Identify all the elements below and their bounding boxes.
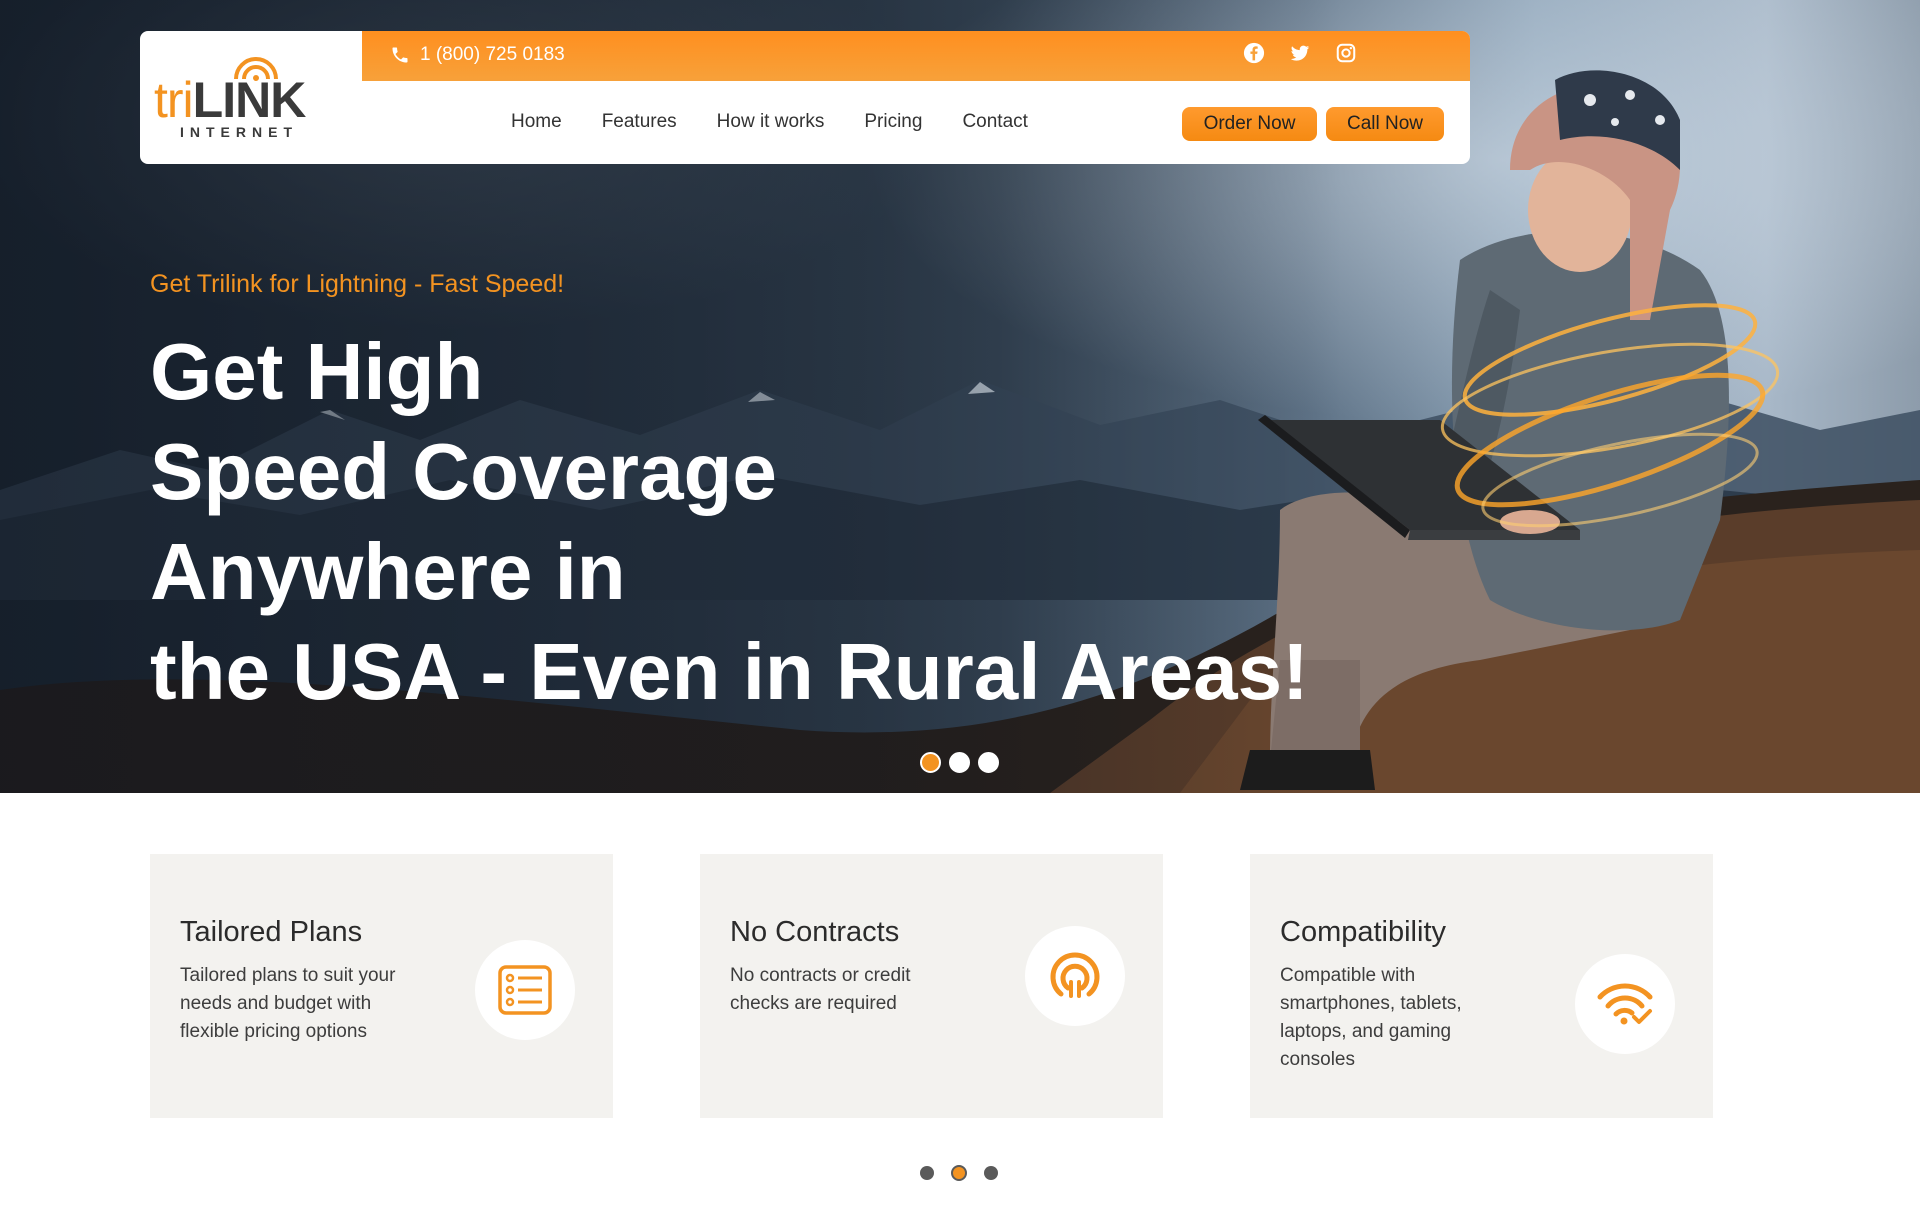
headline-line: Anywhere in xyxy=(150,527,626,616)
feature-card-tailored-plans: Tailored Plans Tailored plans to suit yo… xyxy=(150,854,613,1118)
main-nav: Home Features How it works Pricing Conta… xyxy=(511,111,1068,133)
hero-tagline: Get Trilink for Lightning - Fast Speed! xyxy=(150,270,565,298)
headline-line: Get High xyxy=(150,327,484,416)
list-icon xyxy=(475,940,575,1040)
feature-text: No contracts or credit checks are requir… xyxy=(730,965,911,1014)
top-contact-bar: 1 (800) 725 0183 xyxy=(362,31,1470,81)
slide-dot-1[interactable] xyxy=(920,752,941,773)
nav-home[interactable]: Home xyxy=(511,111,562,133)
logo-wordmark: triLINK xyxy=(154,72,307,128)
twitter-icon[interactable] xyxy=(1288,41,1312,65)
facebook-icon[interactable] xyxy=(1242,41,1266,65)
slide-dot-2[interactable] xyxy=(949,752,970,773)
site-header: triLINK INTERNET 1 (800) 725 0183 Home F… xyxy=(140,31,1470,164)
order-now-button[interactable]: Order Now xyxy=(1182,107,1317,141)
hero-headline: Get High Speed Coverage Anywhere in the … xyxy=(150,322,1450,722)
feature-title: No Contracts xyxy=(730,916,900,948)
headline-line: Speed Coverage xyxy=(150,427,777,516)
signal-icon xyxy=(1025,926,1125,1026)
social-links xyxy=(1242,41,1358,65)
feature-text: Compatible with smartphones, tablets, la… xyxy=(1280,965,1462,1070)
instagram-icon[interactable] xyxy=(1334,41,1358,65)
feature-title: Compatibility xyxy=(1280,916,1446,948)
nav-features[interactable]: Features xyxy=(602,111,677,133)
features-pagination xyxy=(920,1165,998,1181)
wifi-check-icon xyxy=(1575,954,1675,1054)
nav-how-it-works[interactable]: How it works xyxy=(717,111,825,133)
feature-card-no-contracts: No Contracts No contracts or credit chec… xyxy=(700,854,1163,1118)
features-page-dot-1[interactable] xyxy=(920,1166,934,1180)
feature-text: Tailored plans to suit your needs and bu… xyxy=(180,965,396,1042)
logo-link-text: LINK xyxy=(192,72,307,128)
headline-line: the USA - Even in Rural Areas! xyxy=(150,627,1309,716)
phone-icon xyxy=(392,47,408,63)
features-page-dot-3[interactable] xyxy=(984,1166,998,1180)
logo-subtitle: INTERNET xyxy=(180,124,298,140)
trilink-logo[interactable]: triLINK INTERNET xyxy=(140,31,362,164)
features-page-dot-2[interactable] xyxy=(951,1165,967,1181)
nav-pricing[interactable]: Pricing xyxy=(864,111,922,133)
slide-dot-3[interactable] xyxy=(978,752,999,773)
phone-number: 1 (800) 725 0183 xyxy=(420,44,565,65)
phone-contact[interactable]: 1 (800) 725 0183 xyxy=(390,44,565,66)
call-now-button[interactable]: Call Now xyxy=(1326,107,1444,141)
feature-title: Tailored Plans xyxy=(180,916,363,948)
hero-slider-dots xyxy=(920,752,999,773)
logo-tri-text: tri xyxy=(154,72,194,128)
nav-contact[interactable]: Contact xyxy=(962,111,1027,133)
feature-card-compatibility: Compatibility Compatible with smartphone… xyxy=(1250,854,1713,1118)
